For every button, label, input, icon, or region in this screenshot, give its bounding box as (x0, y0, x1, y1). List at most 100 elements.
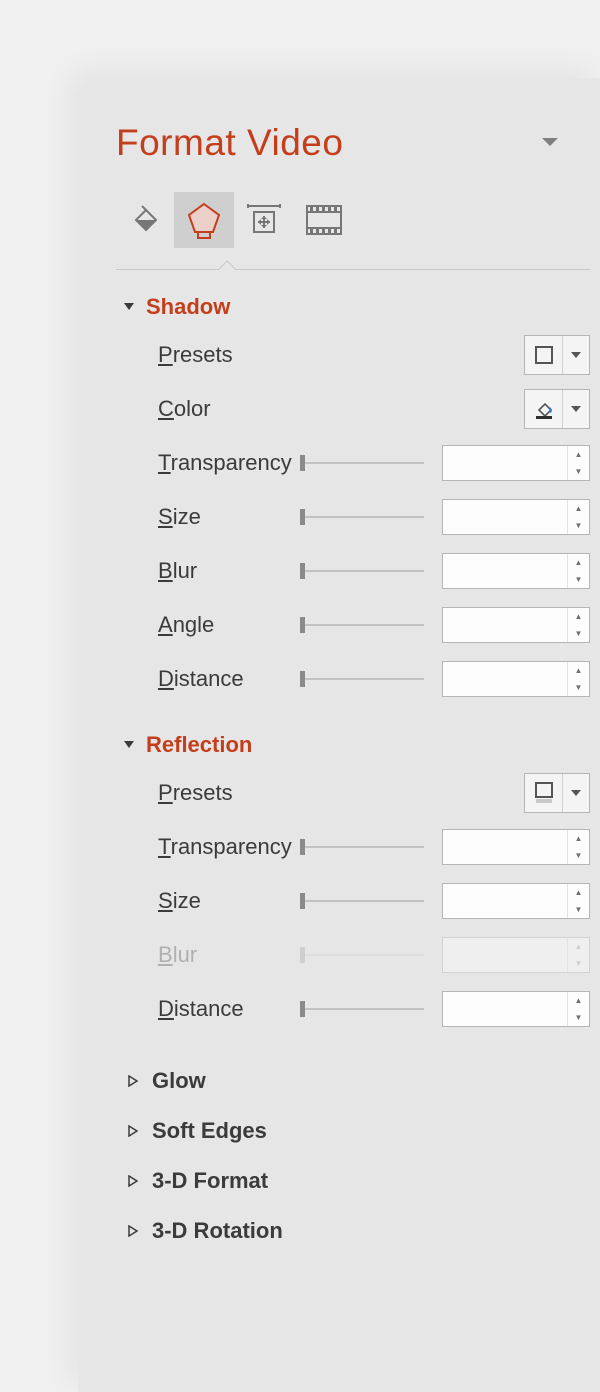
tab-divider (116, 260, 590, 280)
spin-up-icon[interactable]: ▲ (568, 662, 589, 679)
reflection-blur-input: ▲▼ (442, 937, 590, 973)
shadow-distance-row: Distance ▲▼ (158, 652, 590, 706)
pane-menu-button[interactable] (542, 138, 558, 148)
3d-format-header[interactable]: 3-D Format (116, 1156, 600, 1206)
spin-down-icon[interactable]: ▼ (568, 901, 589, 918)
spin-up-icon[interactable]: ▲ (568, 884, 589, 901)
soft-edges-header[interactable]: Soft Edges (116, 1106, 600, 1156)
reflection-section: Reflection Presets (116, 724, 600, 1036)
shadow-color-dropdown[interactable] (524, 389, 590, 429)
reflection-distance-slider[interactable] (302, 1008, 424, 1010)
reflection-distance-row: Distance ▲▼ (158, 982, 590, 1036)
reflection-transparency-slider[interactable] (302, 846, 424, 848)
shadow-presets-label: Presets (158, 342, 302, 368)
spin-up-icon[interactable]: ▲ (568, 608, 589, 625)
spin-down-icon[interactable]: ▼ (568, 1009, 589, 1026)
shadow-distance-label: Distance (158, 666, 302, 692)
shadow-blur-row: Blur ▲▼ (158, 544, 590, 598)
collapsed-caret-icon (126, 1075, 140, 1087)
glow-header[interactable]: Glow (116, 1056, 600, 1106)
tab-size-properties[interactable] (234, 192, 294, 248)
spin-down-icon[interactable]: ▼ (568, 625, 589, 642)
3d-rotation-header[interactable]: 3-D Rotation (116, 1206, 600, 1256)
shadow-size-slider[interactable] (302, 516, 424, 518)
shadow-transparency-input[interactable]: ▲▼ (442, 445, 590, 481)
reflection-size-input[interactable]: ▲▼ (442, 883, 590, 919)
shadow-transparency-row: Transparency ▲▼ (158, 436, 590, 490)
preset-none-icon (534, 345, 554, 365)
shadow-distance-input[interactable]: ▲▼ (442, 661, 590, 697)
reflection-blur-label: Blur (158, 942, 302, 968)
reflection-transparency-row: Transparency ▲▼ (158, 820, 590, 874)
chevron-down-icon (563, 390, 589, 428)
shadow-color-label: Color (158, 396, 302, 422)
shadow-presets-dropdown[interactable] (524, 335, 590, 375)
shadow-header[interactable]: Shadow (116, 286, 600, 328)
fill-color-icon (533, 398, 555, 420)
chevron-down-icon (563, 774, 589, 812)
shadow-angle-label: Angle (158, 612, 302, 638)
category-tabs (114, 192, 600, 248)
pane-header: Format Video (116, 122, 600, 164)
reflection-distance-label: Distance (158, 996, 302, 1022)
shadow-title: Shadow (146, 294, 230, 320)
shadow-angle-slider[interactable] (302, 624, 424, 626)
glow-title: Glow (152, 1068, 206, 1094)
reflection-size-label: Size (158, 888, 302, 914)
reflection-presets-dropdown[interactable] (524, 773, 590, 813)
size-arrows-icon (244, 202, 284, 238)
reflection-transparency-label: Transparency (158, 834, 302, 860)
spin-up-icon: ▲ (568, 938, 589, 955)
tab-video[interactable] (294, 192, 354, 248)
tab-effects[interactable] (174, 192, 234, 248)
spin-down-icon[interactable]: ▼ (568, 679, 589, 696)
shadow-size-label: Size (158, 504, 302, 530)
pane-title: Format Video (116, 122, 343, 164)
shadow-blur-label: Blur (158, 558, 302, 584)
tab-pointer-icon (218, 260, 236, 270)
reflection-blur-slider (302, 954, 424, 956)
spin-down-icon[interactable]: ▼ (568, 571, 589, 588)
spin-up-icon[interactable]: ▲ (568, 446, 589, 463)
format-video-pane: Format Video (78, 78, 600, 1392)
shadow-presets-row: Presets (158, 328, 590, 382)
chevron-down-icon (563, 336, 589, 374)
expanded-caret-icon (122, 739, 136, 751)
shadow-transparency-slider[interactable] (302, 462, 424, 464)
reflection-distance-input[interactable]: ▲▼ (442, 991, 590, 1027)
reflection-transparency-input[interactable]: ▲▼ (442, 829, 590, 865)
reflection-presets-row: Presets (158, 766, 590, 820)
shadow-section: Shadow Presets Color (116, 286, 600, 706)
film-strip-icon (305, 204, 343, 236)
shadow-angle-input[interactable]: ▲▼ (442, 607, 590, 643)
spin-up-icon[interactable]: ▲ (568, 830, 589, 847)
shadow-size-input[interactable]: ▲▼ (442, 499, 590, 535)
spin-down-icon[interactable]: ▼ (568, 463, 589, 480)
spin-up-icon[interactable]: ▲ (568, 554, 589, 571)
reflection-presets-label: Presets (158, 780, 302, 806)
soft-edges-title: Soft Edges (152, 1118, 267, 1144)
spin-up-icon[interactable]: ▲ (568, 992, 589, 1009)
shadow-angle-row: Angle ▲▼ (158, 598, 590, 652)
collapsed-caret-icon (126, 1225, 140, 1237)
spin-down-icon[interactable]: ▼ (568, 517, 589, 534)
reflection-size-slider[interactable] (302, 900, 424, 902)
reflection-preset-icon (534, 781, 554, 805)
reflection-title: Reflection (146, 732, 252, 758)
3d-format-title: 3-D Format (152, 1168, 268, 1194)
3d-rotation-title: 3-D Rotation (152, 1218, 283, 1244)
shadow-distance-slider[interactable] (302, 678, 424, 680)
shadow-transparency-label: Transparency (158, 450, 302, 476)
reflection-blur-row: Blur ▲▼ (158, 928, 590, 982)
spin-up-icon[interactable]: ▲ (568, 500, 589, 517)
collapsed-caret-icon (126, 1175, 140, 1187)
spin-down-icon[interactable]: ▼ (568, 847, 589, 864)
shadow-blur-input[interactable]: ▲▼ (442, 553, 590, 589)
shadow-size-row: Size ▲▼ (158, 490, 590, 544)
reflection-header[interactable]: Reflection (116, 724, 600, 766)
spin-down-icon: ▼ (568, 955, 589, 972)
collapsed-caret-icon (126, 1125, 140, 1137)
tab-fill-line[interactable] (114, 192, 174, 248)
shadow-color-row: Color (158, 382, 590, 436)
shadow-blur-slider[interactable] (302, 570, 424, 572)
